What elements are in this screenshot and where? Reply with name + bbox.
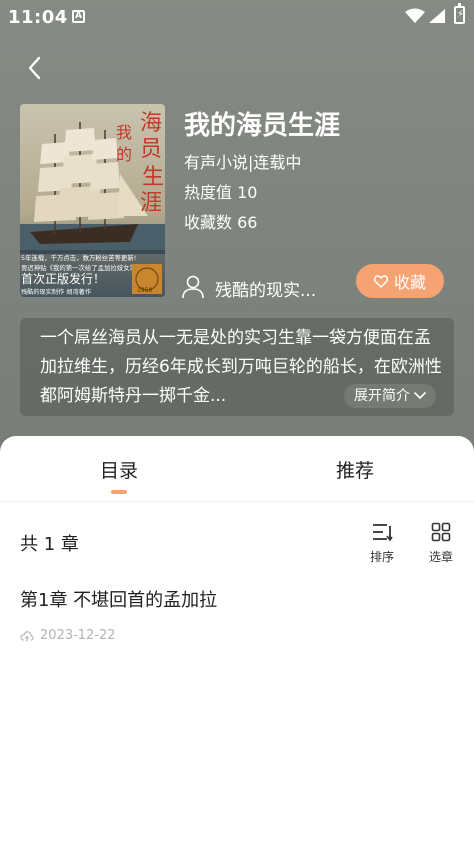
status-bar: 11:04 A ⚡ <box>0 0 474 34</box>
expand-synopsis-button[interactable]: 展开简介 <box>344 384 436 408</box>
tab-contents[interactable]: 目录 <box>100 456 138 483</box>
cover-title-char: 生 <box>142 165 164 190</box>
author-name[interactable]: 残酷的现实... <box>215 276 316 301</box>
book-popularity: 热度值 10 <box>184 183 258 202</box>
book-category-status: 有声小说|连载中 <box>184 153 302 172</box>
chapter-date: 2023-12-22 <box>40 628 116 643</box>
notification-icon: A <box>72 10 85 23</box>
sort-button[interactable]: 排序 <box>362 522 402 565</box>
cover-promo-line: 5年连载，千万点击，数万粉丝苦等更新! <box>21 253 136 262</box>
tab-bar: 目录 推荐 <box>0 436 474 502</box>
cover-title-char: 我 <box>116 123 132 142</box>
grid-icon <box>431 522 451 542</box>
sort-label: 排序 <box>369 550 394 564</box>
cover-release-text: 首次正版发行！ <box>21 271 105 286</box>
book-title: 我的海员生涯 <box>184 111 341 141</box>
signal-icon <box>429 9 445 23</box>
active-tab-indicator <box>111 490 127 494</box>
heart-icon <box>373 274 388 288</box>
wifi-icon <box>405 8 425 23</box>
select-chapter-label: 选章 <box>428 550 453 564</box>
cover-title-char: 员 <box>140 137 162 162</box>
back-arrow-icon[interactable] <box>22 55 48 81</box>
cover-title-char: 涯 <box>140 191 162 216</box>
cover-promo-line: 贾迟神贴《我的第一次给了孟加拉妓女》 <box>21 263 136 272</box>
status-time: 11:04 <box>8 7 68 28</box>
cover-title-char: 海 <box>140 111 162 136</box>
content-panel: 目录 推荐 共 1 章 排序 选章 第1章 不堪回首的孟加拉 2023-12-2… <box>0 436 474 844</box>
favorite-button-label: 收藏 <box>393 273 426 292</box>
cover-byline: 残酷的现实制作 胡湾著作 <box>21 288 91 296</box>
synopsis-box: 一个屌丝海员从一无是处的实习生靠一袋方便面在孟加拉维生，历经6年成长到万吨巨轮的… <box>20 318 454 416</box>
expand-synopsis-label: 展开简介 <box>354 388 410 404</box>
cover-title-char: 的 <box>116 145 132 164</box>
battery-icon: ⚡ <box>454 3 465 24</box>
favorite-button[interactable]: 收藏 <box>356 264 444 298</box>
tab-recommend[interactable]: 推荐 <box>336 456 374 483</box>
sort-icon <box>373 524 393 542</box>
book-header: 11:04 A ⚡ 海 员 生 涯 我 的 5年连载，千万点击，数万粉丝苦等更新… <box>0 0 474 460</box>
book-cover: 海 员 生 涯 我 的 5年连载，千万点击，数万粉丝苦等更新! 贾迟神贴《我的第… <box>20 104 165 297</box>
chapter-item[interactable]: 第1章 不堪回首的孟加拉 2023-12-22 <box>20 586 450 643</box>
user-icon <box>182 275 204 299</box>
chapter-title: 第1章 不堪回首的孟加拉 <box>20 590 218 611</box>
select-chapter-button[interactable]: 选章 <box>421 522 461 565</box>
chevron-down-icon <box>414 392 426 400</box>
chapter-date-row: 2023-12-22 <box>20 628 450 643</box>
cover-stamp-year: 1950 <box>137 287 152 294</box>
book-favorite-count: 收藏数 66 <box>184 213 258 232</box>
cloud-upload-icon <box>20 630 34 641</box>
chapter-count: 共 1 章 <box>20 534 79 555</box>
